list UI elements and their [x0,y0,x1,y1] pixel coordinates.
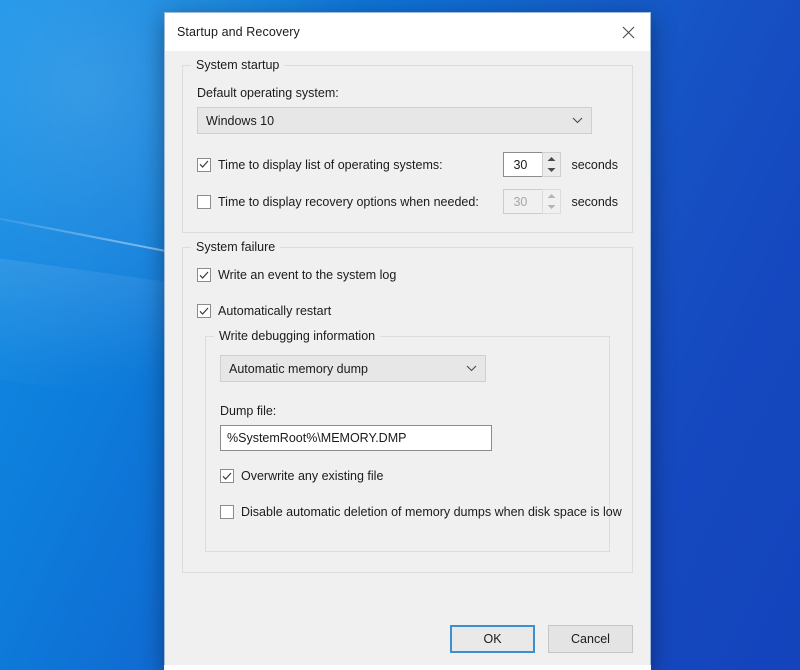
write-debugging-information-legend: Write debugging information [214,329,381,343]
display-os-list-checkbox-row[interactable]: Time to display list of operating system… [197,154,443,176]
system-failure-group: System failure Write an event to the sys… [182,240,633,573]
write-event-checkbox-row[interactable]: Write an event to the system log [197,264,618,286]
startup-and-recovery-dialog: Startup and Recovery System startup Defa… [164,12,651,670]
chevron-down-icon [569,113,585,129]
disable-auto-delete-checkbox[interactable] [220,505,234,519]
dialog-bottom-edge [164,665,651,670]
display-os-list-spin-buttons[interactable] [542,152,562,177]
auto-restart-checkbox[interactable] [197,304,211,318]
overwrite-checkbox[interactable] [220,469,234,483]
disable-auto-delete-checkbox-row[interactable]: Disable automatic deletion of memory dum… [220,501,622,523]
display-recovery-checkbox-row[interactable]: Time to display recovery options when ne… [197,191,479,213]
display-os-list-unit: seconds [571,157,618,172]
system-startup-legend: System startup [191,58,285,72]
chevron-down-icon [463,361,479,377]
display-recovery-row: Time to display recovery options when ne… [197,189,618,214]
spin-down-icon[interactable] [543,165,560,177]
default-os-combobox[interactable]: Windows 10 [197,107,592,134]
dialog-footer: OK Cancel [165,608,650,670]
spin-down-icon [543,202,560,214]
dialog-titlebar[interactable]: Startup and Recovery [165,13,650,51]
dump-file-input[interactable]: %SystemRoot%\MEMORY.DMP [220,425,492,451]
system-startup-group: System startup Default operating system:… [182,58,633,233]
display-os-list-spinner[interactable]: 30 [503,152,562,177]
auto-restart-label: Automatically restart [218,304,332,318]
display-os-list-checkbox[interactable] [197,157,211,172]
display-recovery-unit: seconds [571,194,618,209]
display-os-list-label: Time to display list of operating system… [218,157,443,172]
close-icon [622,26,635,39]
overwrite-label: Overwrite any existing file [241,469,384,483]
auto-restart-checkbox-row[interactable]: Automatically restart [197,300,618,322]
dump-file-block: Dump file: %SystemRoot%\MEMORY.DMP [220,404,595,451]
default-os-label: Default operating system: [197,86,339,100]
system-failure-legend: System failure [191,240,281,254]
ok-button[interactable]: OK [450,625,535,653]
write-event-checkbox[interactable] [197,268,211,282]
display-os-list-value[interactable]: 30 [503,152,543,177]
display-recovery-label: Time to display recovery options when ne… [218,194,479,209]
display-recovery-checkbox[interactable] [197,194,211,209]
dump-type-combobox[interactable]: Automatic memory dump [220,355,486,382]
display-recovery-spinner: 30 [503,189,562,214]
dialog-title: Startup and Recovery [177,25,300,39]
system-startup-content: Default operating system: Windows 10 Tim… [183,66,632,232]
dialog-body: System startup Default operating system:… [165,51,650,608]
display-recovery-value: 30 [503,189,543,214]
write-event-label: Write an event to the system log [218,268,397,282]
dump-file-label: Dump file: [220,404,277,418]
dump-type-value: Automatic memory dump [229,361,368,376]
spin-up-icon[interactable] [543,153,560,165]
dump-file-value: %SystemRoot%\MEMORY.DMP [227,431,407,445]
cancel-button[interactable]: Cancel [548,625,633,653]
display-os-list-row: Time to display list of operating system… [197,152,618,177]
spin-up-icon [543,190,560,202]
overwrite-checkbox-row[interactable]: Overwrite any existing file [220,465,595,487]
write-debugging-information-content: Automatic memory dump Dump file: %System… [206,337,622,551]
system-failure-content: Write an event to the system log Automat… [183,248,632,572]
display-recovery-spin-buttons [542,189,562,214]
write-debugging-information-group: Write debugging information Automatic me… [205,329,622,552]
disable-auto-delete-label: Disable automatic deletion of memory dum… [241,505,622,519]
close-button[interactable] [606,13,650,51]
default-os-value: Windows 10 [206,113,275,128]
